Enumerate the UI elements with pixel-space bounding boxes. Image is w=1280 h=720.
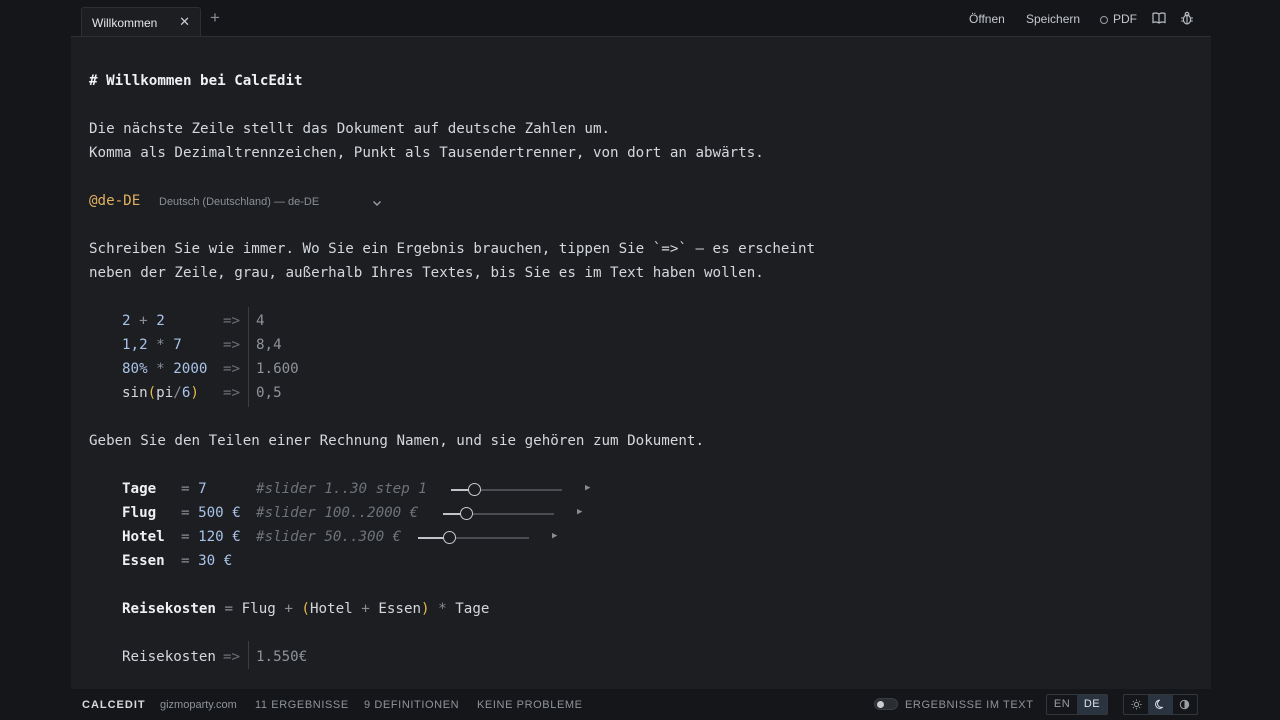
close-icon[interactable]: ✕ [179, 14, 190, 30]
doc-heading: # Willkommen bei CalcEdit [89, 73, 303, 89]
names-line: Geben Sie den Teilen einer Rechnung Name… [89, 433, 704, 449]
locale-dropdown-label[interactable]: Deutsch (Deutschland) — de-DE [159, 196, 319, 208]
definitions-count: 9 DEFINITIONEN [364, 699, 460, 711]
tab-willkommen[interactable]: Willkommen ✕ [81, 7, 201, 37]
calc-line: sin(pi/6) [122, 385, 199, 401]
moon-icon[interactable] [1148, 695, 1173, 714]
pdf-label: PDF [1113, 12, 1137, 26]
def-name: Hotel [122, 529, 165, 545]
calc-result: 4 [256, 313, 265, 329]
results-count: 11 ERGEBNISSE [255, 699, 349, 711]
result-arrow: => [223, 337, 241, 353]
calc-result: 1.600 [256, 361, 299, 377]
intro-line-2: Komma als Dezimaltrennzeichen, Punkt als… [89, 145, 764, 161]
slider-knob[interactable] [443, 531, 457, 544]
intro-line-1: Die nächste Zeile stellt das Dokument au… [89, 121, 611, 137]
toggle-knob [877, 701, 884, 708]
save-button[interactable]: Speichern [1026, 12, 1080, 26]
write-line-1: Schreiben Sie wie immer. Wo Sie ein Erge… [89, 241, 816, 257]
slider-directive: #slider 50..300 € [256, 529, 402, 545]
bug-icon[interactable] [1180, 11, 1194, 31]
lang-en-button[interactable]: EN [1047, 695, 1077, 714]
results-in-text-label[interactable]: ERGEBNISSE IM TEXT [905, 699, 1034, 711]
write-line-2: neben der Zeile, grau, außerhalb Ihres T… [89, 265, 764, 281]
final-name: Reisekosten [122, 649, 216, 665]
slider-directive: #slider 1..30 step 1 [256, 481, 427, 497]
def-name: Flug [122, 505, 157, 521]
book-icon[interactable] [1152, 11, 1166, 30]
lang-de-button[interactable]: DE [1077, 695, 1107, 714]
contrast-icon[interactable] [1173, 695, 1197, 714]
result-arrow: => [223, 361, 241, 377]
slider-knob[interactable] [468, 483, 482, 496]
language-switch: EN DE [1046, 694, 1108, 715]
status-bar: CALCEDIT gizmoparty.com 11 ERGEBNISSE 9 … [0, 689, 1280, 720]
brand-label: CALCEDIT [82, 699, 146, 711]
calc-line: 1,2 * 7 [122, 337, 182, 353]
def-value: = 120 € [181, 529, 241, 545]
pdf-button[interactable]: PDF [1100, 12, 1137, 26]
calc-result: 0,5 [256, 385, 282, 401]
result-divider [248, 641, 249, 669]
tab-label: Willkommen [92, 15, 158, 30]
calc-line: 2 + 2 [122, 313, 165, 329]
sun-icon[interactable] [1124, 695, 1148, 714]
def-name: Essen [122, 553, 165, 569]
play-icon[interactable]: ▶ [552, 531, 557, 541]
editor[interactable]: # Willkommen bei CalcEdit Die nächste Ze… [71, 36, 1211, 689]
add-tab-icon[interactable]: + [210, 8, 220, 28]
results-in-text-toggle[interactable] [874, 698, 898, 710]
play-icon[interactable]: ▶ [585, 483, 590, 493]
problems-status: KEINE PROBLEME [477, 699, 583, 711]
def-value: = 7 [181, 481, 207, 497]
open-button[interactable]: Öffnen [969, 12, 1005, 26]
def-name: Tage [122, 481, 157, 497]
def-value: = 500 € [181, 505, 241, 521]
calc-line: 80% * 2000 [122, 361, 208, 377]
calc-result: 8,4 [256, 337, 282, 353]
slider-knob[interactable] [460, 507, 474, 520]
final-result: 1.550€ [256, 649, 308, 665]
formula-line: Reisekosten = Flug + (Hotel + Essen) * T… [122, 601, 490, 617]
result-arrow: => [223, 649, 241, 665]
site-link[interactable]: gizmoparty.com [160, 699, 237, 711]
tab-bar: Willkommen ✕ + Öffnen Speichern PDF [0, 0, 1280, 37]
circle-icon [1100, 16, 1108, 24]
theme-switch [1123, 694, 1198, 715]
result-arrow: => [223, 385, 241, 401]
chevron-down-icon[interactable] [371, 194, 383, 213]
slider-directive: #slider 100..2000 € [256, 505, 419, 521]
play-icon[interactable]: ▶ [577, 507, 582, 517]
result-divider [248, 307, 249, 407]
locale-directive: @de-DE [89, 193, 141, 209]
result-arrow: => [223, 313, 241, 329]
def-value: = 30 € [181, 553, 233, 569]
